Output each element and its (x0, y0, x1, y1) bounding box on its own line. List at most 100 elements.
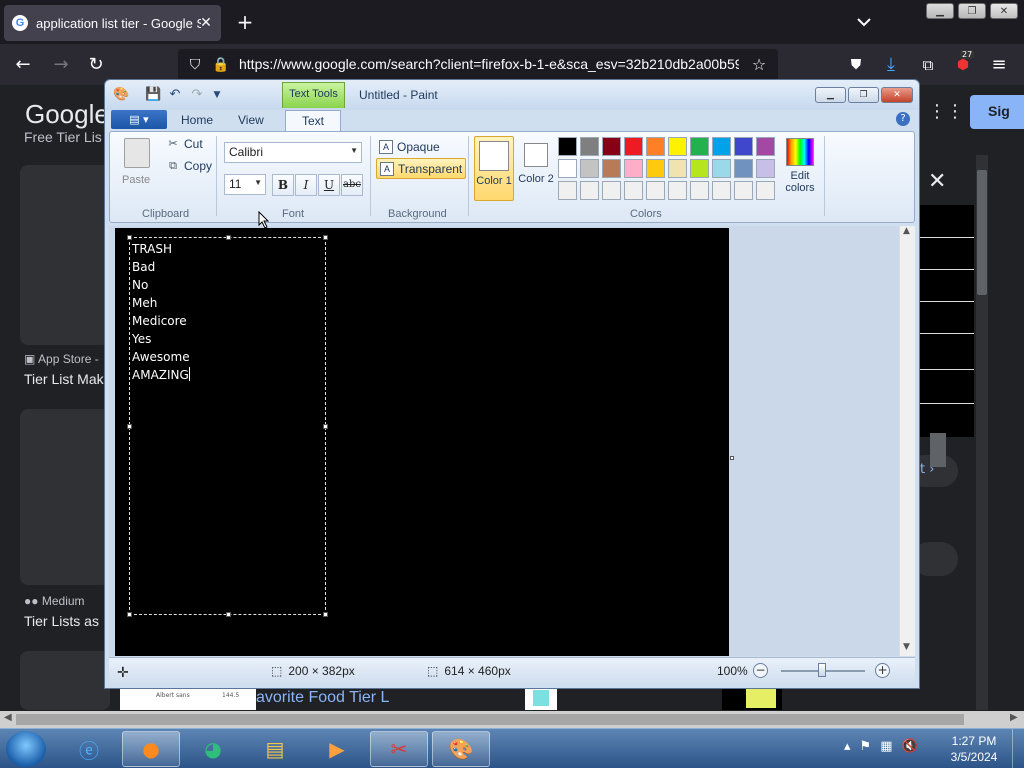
extensions-icon[interactable]: ⧉ (917, 54, 939, 76)
scrollbar-thumb[interactable] (16, 714, 964, 725)
transparent-option[interactable]: A Transparent (376, 158, 467, 179)
paint-close-button[interactable]: ✕ (881, 87, 913, 103)
drawing-canvas[interactable]: TRASH Bad No Meh Medicore Yes Awesome AM… (115, 228, 729, 656)
palette-color-swatch[interactable] (646, 181, 665, 200)
firefox-icon[interactable]: ● (122, 731, 180, 767)
cut-button[interactable]: ✂ Cut (166, 137, 202, 151)
browser-horizontal-scrollbar[interactable]: ◀ ▶ (0, 711, 1024, 728)
lock-icon[interactable]: 🔒 (210, 54, 232, 76)
undo-icon[interactable]: ↶ (167, 87, 183, 103)
resize-handle[interactable] (127, 612, 132, 617)
italic-button[interactable]: I (295, 174, 317, 196)
palette-color-swatch[interactable] (580, 137, 599, 156)
font-family-select[interactable]: Calibri ▼ (224, 142, 362, 163)
menu-icon[interactable]: ≡ (988, 54, 1010, 76)
palette-color-swatch[interactable] (602, 159, 621, 178)
palette-color-swatch[interactable] (602, 181, 621, 200)
palette-color-swatch[interactable] (646, 159, 665, 178)
pocket-icon[interactable]: ⛊ (845, 54, 867, 76)
palette-color-swatch[interactable] (712, 181, 731, 200)
color2-button[interactable]: Color 2 (516, 136, 556, 201)
edit-colors-button[interactable]: Edit colors (778, 136, 822, 201)
customize-toolbar-icon[interactable]: ▼ (209, 87, 225, 103)
palette-color-swatch[interactable] (734, 181, 753, 200)
color1-button[interactable]: Color 1 (474, 136, 514, 201)
bold-button[interactable]: B (272, 174, 294, 196)
save-icon[interactable]: 💾 (145, 87, 161, 103)
scroll-right-icon[interactable]: ▶ (1010, 712, 1018, 723)
paint-file-menu-button[interactable]: ▤ ▾ (111, 110, 167, 129)
canvas-resize-handle[interactable] (730, 456, 734, 460)
paint-maximize-button[interactable]: ❐ (848, 87, 879, 103)
palette-color-swatch[interactable] (734, 137, 753, 156)
action-center-flag-icon[interactable]: ⚑ (860, 739, 872, 754)
palette-color-swatch[interactable] (580, 181, 599, 200)
paste-button[interactable]: Paste (122, 174, 150, 186)
shield-icon[interactable]: ⛉ (184, 54, 206, 76)
palette-color-swatch[interactable] (558, 137, 577, 156)
reload-icon[interactable]: ↻ (85, 54, 107, 76)
palette-color-swatch[interactable] (602, 137, 621, 156)
palette-color-swatch[interactable] (712, 159, 731, 178)
paint-app-icon[interactable]: 🎨 (113, 87, 129, 103)
opaque-option[interactable]: A Opaque (376, 136, 443, 157)
zoom-out-button[interactable]: − (753, 663, 768, 678)
palette-color-swatch[interactable] (668, 181, 687, 200)
paste-icon[interactable] (124, 138, 150, 168)
apps-grid-icon[interactable]: ⋮⋮ (928, 101, 964, 122)
palette-color-swatch[interactable] (646, 137, 665, 156)
url-bar[interactable]: ⛉ 🔒 https://www.google.com/search?client… (178, 49, 778, 81)
palette-color-swatch[interactable] (624, 159, 643, 178)
new-tab-button[interactable]: + (234, 11, 256, 33)
palette-color-swatch[interactable] (756, 181, 775, 200)
messenger-icon[interactable]: ◕ (184, 731, 242, 767)
internet-explorer-icon[interactable]: ⓔ (60, 731, 118, 767)
browser-tab[interactable]: G application list tier - Google Sea ✕ (4, 5, 221, 41)
show-hidden-icons-icon[interactable]: ▴ (844, 739, 851, 754)
resize-handle[interactable] (323, 612, 328, 617)
result-title[interactable]: Tier List Mak (24, 371, 104, 387)
volume-muted-icon[interactable]: 🔇 (901, 739, 917, 754)
back-arrow-icon[interactable]: ← (12, 54, 34, 76)
close-window-button[interactable]: ✕ (990, 3, 1018, 19)
redo-icon[interactable]: ↷ (189, 87, 205, 103)
resize-handle[interactable] (323, 424, 328, 429)
close-icon[interactable]: ✕ (928, 169, 946, 194)
network-icon[interactable]: ▦ (880, 739, 892, 754)
palette-color-swatch[interactable] (580, 159, 599, 178)
resize-handle[interactable] (226, 612, 231, 617)
palette-color-swatch[interactable] (690, 181, 709, 200)
scroll-up-icon[interactable]: ▲ (903, 226, 910, 236)
text-box-selection[interactable] (127, 235, 328, 617)
zoom-slider-thumb[interactable] (818, 663, 826, 677)
tab-view[interactable]: View (238, 113, 264, 127)
resize-handle[interactable] (127, 424, 132, 429)
system-clock[interactable]: 1:27 PM 3/5/2024 (946, 733, 1002, 765)
result-thumbnail[interactable] (20, 651, 110, 710)
underline-button[interactable]: U (318, 174, 340, 196)
palette-color-swatch[interactable] (756, 137, 775, 156)
result-title[interactable]: Tier Lists as (24, 613, 99, 629)
tab-text[interactable]: Text (285, 110, 341, 132)
palette-color-swatch[interactable] (734, 159, 753, 178)
canvas-vertical-scrollbar[interactable]: ▲ ▼ (899, 226, 915, 656)
paint-minimize-button[interactable]: ▁ (815, 87, 846, 103)
close-tab-icon[interactable]: ✕ (197, 14, 215, 32)
resize-handle[interactable] (323, 235, 328, 240)
strikethrough-button[interactable]: abc (341, 174, 363, 196)
sign-in-button[interactable]: Sig (970, 95, 1024, 129)
paint-title-bar[interactable]: 🎨 💾 ↶ ↷ ▼ Text Tools Untitled - Paint ▁ … (105, 80, 919, 110)
forward-arrow-icon[interactable]: → (50, 54, 72, 76)
result-thumbnail[interactable] (20, 409, 110, 585)
copy-button[interactable]: ⧉ Copy (166, 159, 212, 173)
font-size-select[interactable]: 11 ▼ (224, 174, 266, 195)
media-player-icon[interactable]: ▶ (308, 731, 366, 767)
palette-color-swatch[interactable] (690, 137, 709, 156)
tab-home[interactable]: Home (181, 113, 213, 127)
file-explorer-icon[interactable]: ▤ (246, 731, 304, 767)
start-button[interactable] (6, 731, 46, 767)
palette-color-swatch[interactable] (712, 137, 731, 156)
help-icon[interactable]: ? (896, 112, 910, 126)
download-icon[interactable]: ⤓ (880, 54, 902, 76)
palette-color-swatch[interactable] (756, 159, 775, 178)
